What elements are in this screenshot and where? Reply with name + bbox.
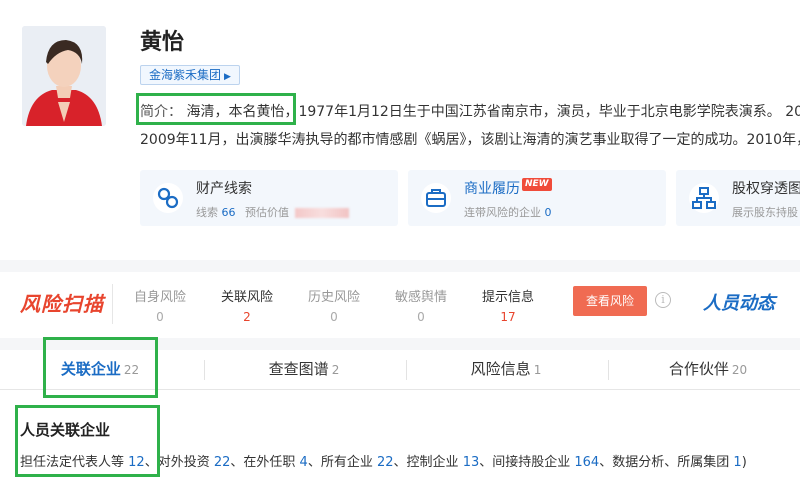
group-tag-label: 金海紫禾集团 [149,68,222,82]
card-subtitle: 展示股东持股 [732,206,798,219]
related-item-count[interactable]: 4 [300,455,308,470]
related-item-label[interactable]: 在外任职 [243,455,299,470]
risk-scan-bar: 风险扫描 自身风险 0 关联风险 2 历史风险 0 敏感舆情 0 提示信息 17… [0,272,800,338]
section-divider [0,260,800,272]
card-title: 商业履历 NEW [464,178,552,198]
profile-header: 黄怡 金海紫禾集团 ▶ 简介： 海清，本名黄怡，1977年1月12日生于中国江苏省… [0,0,800,260]
related-item-count[interactable]: 1 [733,455,741,470]
separator: 、 [599,455,613,470]
briefcase-icon [420,182,452,214]
risk-item-history[interactable]: 历史风险 0 [294,286,374,324]
group-tag[interactable]: 金海紫禾集团 ▶ [140,65,240,85]
tab-partners[interactable]: 合作伙伴 20 [608,350,800,390]
person-name: 黄怡 [140,30,185,55]
related-summary: 担任法定代表人等 12、对外投资 22、在外任职 4、所有企业 22、控制企业 … [20,451,747,470]
risk-item-self[interactable]: 自身风险 0 [120,286,200,324]
separator: 、 [230,455,244,470]
risk-scan-logo: 风险扫描 [20,292,104,316]
tab-graph[interactable]: 查查图谱 2 [204,350,404,390]
related-item-label[interactable]: 间接持股企业 [492,455,574,470]
tab-risk-info[interactable]: 风险信息 1 [406,350,606,390]
related-item-count[interactable]: 13 [463,455,480,470]
bio-line-1: 简介： 海清，本名黄怡，1977年1月12日生于中国江苏省南京市，演员，毕业于北… [140,101,800,121]
separator: 、 [144,455,158,470]
view-risk-button[interactable]: 查看风险 [573,286,647,316]
tab-bar: 关联企业 22 查查图谱 2 风险信息 1 合作伙伴 20 [0,350,800,390]
trailing-paren: ) [741,455,747,470]
avatar[interactable] [22,26,106,126]
related-item-label[interactable]: 担任法定代表人等 [20,455,128,470]
org-chart-icon [688,182,720,214]
risk-item-related[interactable]: 关联风险 2 [207,286,287,324]
related-item-label[interactable]: 数据分析 [612,455,664,470]
related-item-label[interactable]: 所有企业 [321,455,377,470]
card-title: 股权穿透图 [732,181,800,197]
card-subtitle: 线索 66 预估价值 [196,204,349,220]
separator: 、 [664,455,678,470]
risk-item-notice[interactable]: 提示信息 17 [468,286,548,324]
section-title: 人员关联企业 [20,421,111,439]
blurred-value [295,208,349,218]
related-item-count[interactable]: 164 [574,455,599,470]
related-item-count[interactable]: 12 [128,455,145,470]
separator: 、 [307,455,321,470]
bio-text-1: 1977年1月12日生于中国江苏省南京市，演员，毕业于北京电影学院表演系。 20… [298,104,800,120]
separator: 、 [479,455,493,470]
info-icon[interactable]: i [655,292,671,308]
new-badge: NEW [522,178,552,191]
caret-right-icon: ▶ [224,72,231,82]
card-subtitle: 连带风险的企业 0 [464,206,552,219]
related-item-label[interactable]: 所属集团 [677,455,733,470]
related-item-label[interactable]: 对外投资 [158,455,214,470]
card-business-history[interactable]: 商业履历 NEW 连带风险的企业 0 [408,170,666,226]
person-dynamics-link[interactable]: 人员动态 [703,289,775,315]
card-equity-chart[interactable]: 股权穿透图 展示股东持股 [676,170,800,226]
card-title: 财产线索 [196,181,252,197]
related-item-count[interactable]: 22 [377,455,394,470]
bio-highlight: 海清，本名黄怡， [186,104,299,120]
divider [112,284,113,324]
card-asset-clues[interactable]: 财产线索 线索 66 预估价值 [140,170,398,226]
bio-line-2: 2009年11月，出演滕华涛执导的都市情感剧《蜗居》，该剧让海清的演艺事业取得了… [140,132,800,148]
separator: 、 [393,455,407,470]
tab-related-companies[interactable]: 关联企业 22 [0,350,200,390]
link-chain-icon [152,182,184,214]
related-item-label[interactable]: 控制企业 [407,455,463,470]
bio-label: 简介： [140,104,182,120]
risk-item-sentiment[interactable]: 敏感舆情 0 [381,286,461,324]
section-divider [0,338,800,350]
related-item-count[interactable]: 22 [214,455,231,470]
